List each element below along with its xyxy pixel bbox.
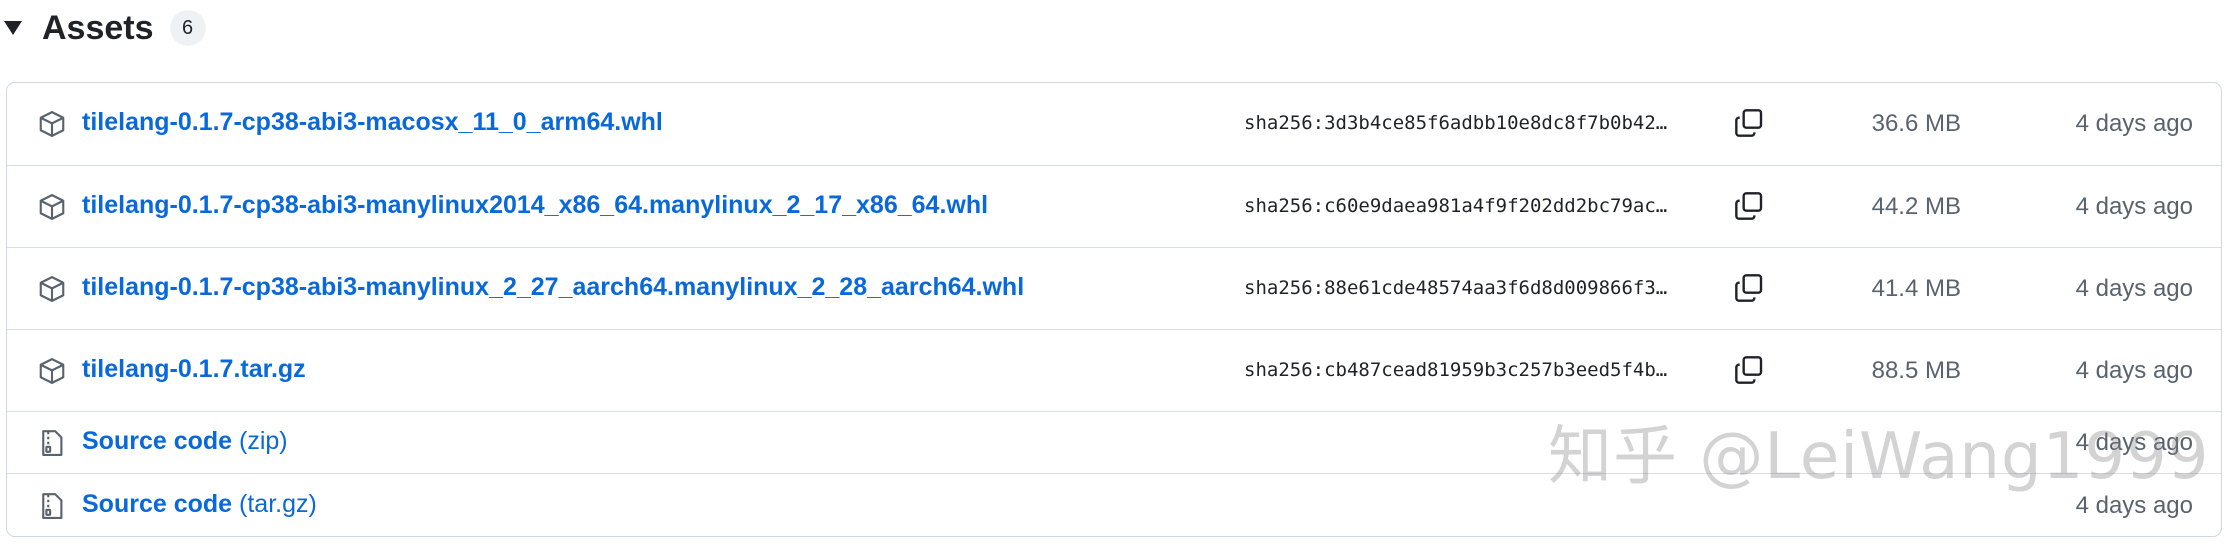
asset-row: Source code (tar.gz) 4 days ago — [7, 473, 2221, 536]
assets-header: Assets 6 — [0, 0, 206, 56]
package-icon — [39, 276, 65, 302]
asset-date: 4 days ago — [2075, 492, 2193, 519]
asset-sha256: sha256:cb487cead81959b3c257b3eed5f4b… — [1244, 359, 1668, 381]
source-code-ext: (zip) — [239, 427, 288, 455]
asset-link[interactable]: tilelang-0.1.7-cp38-abi3-macosx_11_0_arm… — [82, 108, 663, 137]
asset-sha256: sha256:3d3b4ce85f6adbb10e8dc8f7b0b42… — [1244, 112, 1668, 134]
asset-sha256: sha256:c60e9daea981a4f9f202dd2bc79ac… — [1244, 195, 1668, 217]
source-code-label: Source code — [82, 490, 233, 518]
source-code-ext: (tar.gz) — [239, 490, 317, 518]
asset-date: 4 days ago — [2075, 357, 2193, 384]
asset-size: 88.5 MB — [1871, 357, 1961, 384]
assets-title: Assets — [42, 8, 154, 47]
asset-size: 41.4 MB — [1871, 275, 1961, 302]
package-icon — [39, 194, 65, 220]
asset-row: Source code (zip) 4 days ago — [7, 411, 2221, 473]
asset-date: 4 days ago — [2075, 110, 2193, 137]
asset-row: tilelang-0.1.7-cp38-abi3-macosx_11_0_arm… — [7, 83, 2221, 165]
asset-row: tilelang-0.1.7-cp38-abi3-manylinux_2_27_… — [7, 247, 2221, 329]
source-code-label: Source code — [82, 427, 233, 455]
asset-date: 4 days ago — [2075, 429, 2193, 456]
asset-sha256: sha256:88e61cde48574aa3f6d8d009866f3… — [1244, 277, 1668, 299]
package-icon — [39, 111, 65, 137]
asset-date: 4 days ago — [2075, 193, 2193, 220]
copy-icon[interactable] — [1733, 354, 1765, 386]
file-zip-icon — [42, 430, 63, 456]
package-icon — [39, 358, 65, 384]
source-code-zip-link[interactable]: Source code (zip) — [82, 427, 288, 456]
source-code-targz-link[interactable]: Source code (tar.gz) — [82, 490, 317, 519]
asset-link[interactable]: tilelang-0.1.7.tar.gz — [82, 355, 306, 384]
asset-row: tilelang-0.1.7-cp38-abi3-manylinux2014_x… — [7, 165, 2221, 247]
asset-link[interactable]: tilelang-0.1.7-cp38-abi3-manylinux2014_x… — [82, 191, 988, 220]
asset-row: tilelang-0.1.7.tar.gz sha256:cb487cead81… — [7, 329, 2221, 411]
copy-icon[interactable] — [1733, 190, 1765, 222]
copy-icon[interactable] — [1733, 272, 1765, 304]
assets-count-badge: 6 — [169, 10, 206, 46]
asset-date: 4 days ago — [2075, 275, 2193, 302]
assets-list: tilelang-0.1.7-cp38-abi3-macosx_11_0_arm… — [6, 82, 2222, 537]
copy-icon[interactable] — [1733, 107, 1765, 139]
asset-link[interactable]: tilelang-0.1.7-cp38-abi3-manylinux_2_27_… — [82, 273, 1024, 302]
file-zip-icon — [42, 493, 63, 519]
caret-down-icon[interactable] — [4, 21, 22, 35]
asset-size: 36.6 MB — [1871, 110, 1961, 137]
asset-size: 44.2 MB — [1871, 193, 1961, 220]
